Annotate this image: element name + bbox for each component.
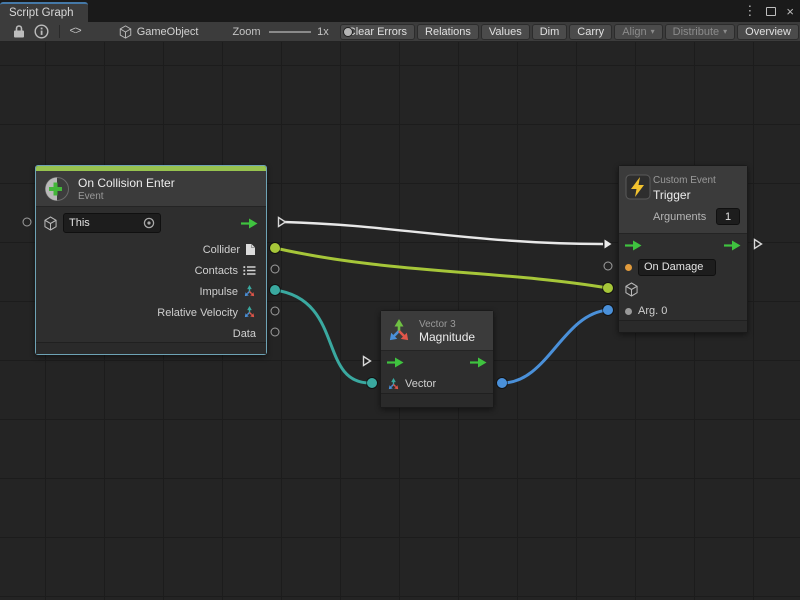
event-name-field[interactable]: On Damage bbox=[638, 259, 716, 276]
node-footer bbox=[619, 320, 747, 332]
node-title: Trigger bbox=[653, 188, 691, 202]
port-row-contacts[interactable]: Contacts bbox=[36, 260, 266, 281]
custom-event-control-out-triangle[interactable] bbox=[753, 238, 763, 250]
gameobject-cube-icon bbox=[44, 216, 57, 231]
node-header: On Collision Enter Event bbox=[36, 171, 266, 207]
string-port-icon bbox=[625, 264, 632, 271]
contacts-list-icon bbox=[243, 265, 256, 276]
wire-impulse-to-vector[interactable] bbox=[275, 290, 370, 383]
zoom-label: Zoom bbox=[232, 26, 260, 38]
node-footer bbox=[36, 342, 266, 354]
port-row-arg0[interactable]: Arg. 0 bbox=[619, 300, 747, 322]
chevron-down-icon: ▾ bbox=[651, 27, 655, 36]
zoom-slider[interactable] bbox=[269, 26, 312, 38]
control-output-arrow-icon[interactable] bbox=[724, 240, 741, 251]
custom-event-control-in-triangle[interactable] bbox=[603, 238, 613, 250]
tab-title: Script Graph bbox=[9, 7, 74, 19]
port-relative-velocity-output[interactable] bbox=[271, 307, 280, 316]
port-contacts-output[interactable] bbox=[271, 265, 280, 274]
port-event-name-input[interactable] bbox=[604, 262, 613, 271]
wire-control-flow[interactable] bbox=[284, 222, 603, 244]
value-port-icon bbox=[625, 308, 632, 315]
tab-bar: Script Graph ⋮ × bbox=[0, 0, 800, 22]
lock-icon[interactable] bbox=[8, 23, 30, 41]
node-header: Vector 3 Magnitude bbox=[381, 311, 493, 351]
values-button[interactable]: Values bbox=[481, 24, 530, 40]
port-row-target[interactable] bbox=[619, 278, 747, 300]
script-graph-window: Script Graph ⋮ × <> GameObject Zoom 1x C… bbox=[0, 0, 800, 600]
align-dropdown[interactable]: Align ▾ bbox=[614, 24, 662, 40]
arguments-label: Arguments bbox=[653, 211, 706, 223]
wire-magnitude-to-arg0[interactable] bbox=[502, 310, 608, 383]
relations-button[interactable]: Relations bbox=[417, 24, 479, 40]
node-category: Custom Event bbox=[653, 175, 716, 186]
maximize-icon[interactable] bbox=[766, 7, 776, 16]
node-subtitle: Event bbox=[78, 191, 175, 202]
tab-script-graph[interactable]: Script Graph bbox=[0, 2, 88, 22]
port-magnitude-result-output[interactable] bbox=[497, 378, 507, 388]
chevron-down-icon: ▾ bbox=[723, 27, 727, 36]
node-header: Custom Event Trigger Arguments 1 bbox=[619, 166, 747, 234]
graph-toolbar: <> GameObject Zoom 1x Clear Errors Relat… bbox=[0, 22, 800, 42]
node-on-collision-enter[interactable]: On Collision Enter Event This Collider C… bbox=[35, 165, 267, 355]
overview-button[interactable]: Overview bbox=[737, 24, 799, 40]
port-custom-event-target-input[interactable] bbox=[603, 283, 613, 293]
port-row-vector[interactable]: Vector bbox=[381, 373, 493, 395]
node-trigger-custom-event[interactable]: Custom Event Trigger Arguments 1 On Dama… bbox=[618, 165, 748, 333]
dim-button[interactable]: Dim bbox=[532, 24, 568, 40]
target-object-field[interactable]: This bbox=[63, 213, 161, 233]
node-category: Vector 3 bbox=[419, 319, 475, 330]
node-footer bbox=[381, 393, 493, 407]
control-output-arrow-icon[interactable] bbox=[470, 357, 487, 368]
control-output-arrow-icon[interactable] bbox=[241, 218, 258, 229]
zoom-value: 1x bbox=[317, 26, 329, 38]
gameobject-label: GameObject bbox=[137, 26, 199, 38]
node-vector3-magnitude[interactable]: Vector 3 Magnitude Vector bbox=[380, 310, 494, 408]
vector3-icon bbox=[243, 306, 256, 319]
port-data-output[interactable] bbox=[271, 328, 280, 337]
control-input-arrow-icon[interactable] bbox=[625, 240, 642, 251]
port-row-relative-velocity[interactable]: Relative Velocity bbox=[36, 302, 266, 323]
zoom-slider-track[interactable] bbox=[269, 31, 312, 33]
port-collider-output[interactable] bbox=[270, 243, 280, 253]
edit-script-icon[interactable]: <> bbox=[65, 23, 84, 41]
vector3-icon bbox=[387, 378, 400, 391]
vector3-icon bbox=[243, 285, 256, 298]
close-icon[interactable]: × bbox=[786, 5, 794, 18]
node-title: Magnitude bbox=[419, 330, 475, 344]
arguments-count-field[interactable]: 1 bbox=[716, 208, 740, 225]
port-row-collider[interactable]: Collider bbox=[36, 239, 266, 260]
magnitude-control-in-triangle[interactable] bbox=[362, 355, 372, 367]
object-picker-icon[interactable] bbox=[143, 217, 155, 229]
graph-canvas[interactable]: On Collision Enter Event This Collider C… bbox=[0, 42, 800, 600]
collision-event-icon bbox=[44, 176, 70, 202]
port-impulse-output[interactable] bbox=[270, 285, 280, 295]
gameobject-cube-icon bbox=[119, 25, 132, 39]
carry-button[interactable]: Carry bbox=[569, 24, 612, 40]
port-oce-target-input[interactable] bbox=[23, 218, 32, 227]
wire-collider-to-target[interactable] bbox=[275, 248, 608, 288]
port-magnitude-vector-input[interactable] bbox=[367, 378, 377, 388]
custom-event-lightning-icon bbox=[625, 174, 651, 200]
zoom-slider-handle[interactable] bbox=[343, 27, 353, 37]
node-title: On Collision Enter bbox=[78, 176, 175, 190]
control-flow-row bbox=[381, 351, 493, 373]
gameobject-cube-icon bbox=[625, 282, 638, 297]
collider-file-icon bbox=[245, 243, 256, 256]
port-row-event-name[interactable]: On Damage bbox=[619, 256, 747, 278]
control-input-arrow-icon[interactable] bbox=[387, 357, 404, 368]
kebab-menu-icon[interactable]: ⋮ bbox=[743, 3, 756, 19]
info-icon[interactable] bbox=[30, 23, 53, 41]
gameobject-reference[interactable]: GameObject bbox=[119, 25, 199, 39]
port-row-impulse[interactable]: Impulse bbox=[36, 281, 266, 302]
port-row-data[interactable]: Data bbox=[36, 323, 266, 344]
port-arg0-input[interactable] bbox=[603, 305, 613, 315]
distribute-dropdown[interactable]: Distribute ▾ bbox=[665, 24, 735, 40]
vector3-icon bbox=[387, 319, 411, 343]
control-flow-row bbox=[619, 234, 747, 256]
wire-start-triangle[interactable] bbox=[277, 216, 287, 228]
